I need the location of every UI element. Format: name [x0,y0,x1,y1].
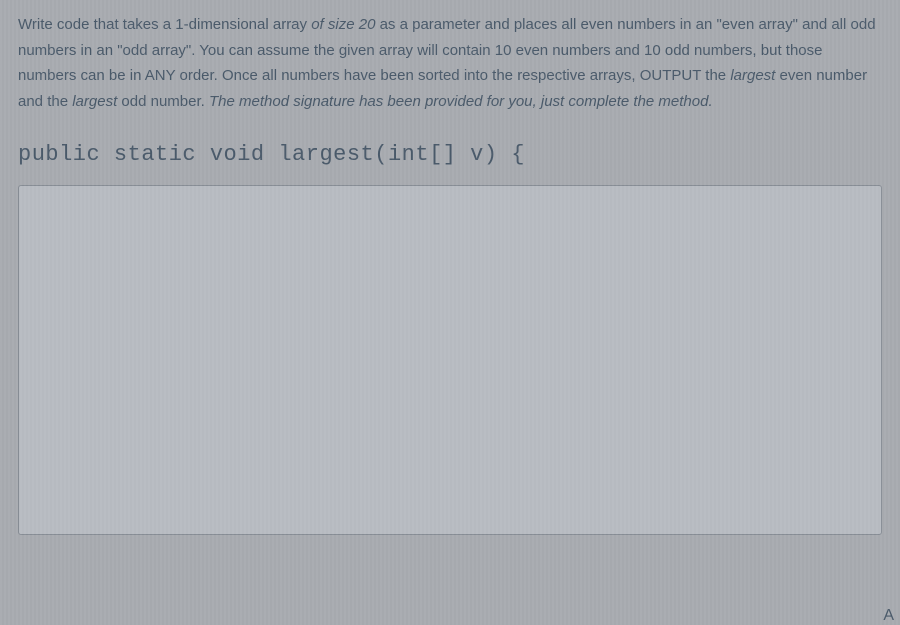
corner-label: A [883,607,894,625]
method-signature: public static void largest(int[] v) { [18,142,882,167]
code-input[interactable] [19,186,881,534]
code-input-wrapper [18,185,882,535]
question-prompt: Write code that takes a 1-dimensional ar… [18,12,882,114]
question-text-part4: odd number. [117,93,209,110]
question-italic-largest2: largest [72,93,117,110]
question-text-part1: Write code that takes a 1-dimensional ar… [18,16,311,33]
question-italic-size: of size 20 [311,16,375,33]
question-italic-hint: The method signature has been provided f… [209,93,713,110]
question-italic-largest1: largest [730,67,775,84]
